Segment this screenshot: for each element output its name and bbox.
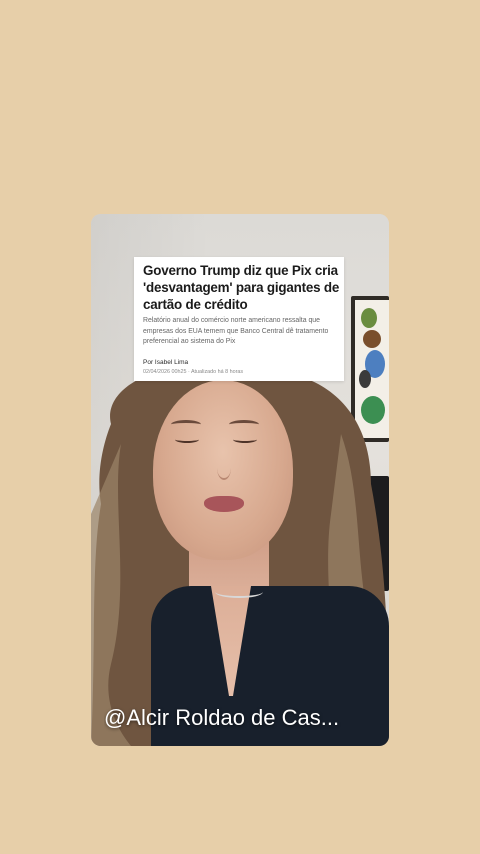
article-date: 02/04/2026 00h25 · Atualizado há 8 horas	[143, 369, 244, 375]
right-eye-closed	[233, 436, 257, 443]
left-eyebrow	[171, 420, 201, 429]
article-subtitle: Relatório anual do comércio norte americ…	[143, 317, 329, 345]
video-card[interactable]: Governo Trump diz que Pix cria 'desvanta…	[91, 214, 389, 746]
right-eyebrow	[229, 420, 259, 429]
news-article-card: Governo Trump diz que Pix cria 'desvanta…	[134, 257, 344, 381]
art-shape-brown	[363, 330, 381, 348]
mouth	[204, 496, 244, 512]
article-author: Por Isabel Lima	[143, 359, 189, 366]
left-eye-closed	[175, 436, 199, 443]
nose	[217, 456, 231, 480]
username-caption[interactable]: @Alcir Roldao de Cas...	[104, 701, 376, 735]
art-shape-green	[361, 308, 377, 328]
article-title: Governo Trump diz que Pix cria 'desvanta…	[143, 263, 340, 312]
necklace	[215, 586, 263, 598]
